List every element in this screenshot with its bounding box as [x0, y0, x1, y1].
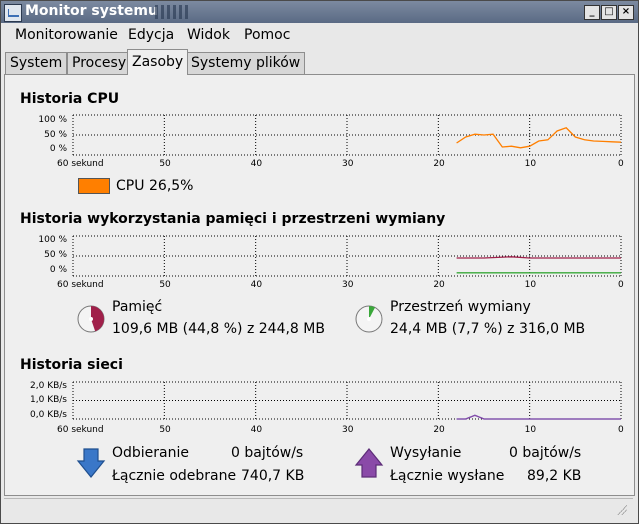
cpu-y-tick: 0 %	[49, 144, 67, 154]
system-monitor-icon	[4, 4, 22, 22]
resources-panel: Historia CPU 100 % 50 % 0 % 60 sekund 50 4…	[4, 74, 635, 496]
upload-arrow-icon[interactable]	[354, 447, 384, 479]
menu-pomoc[interactable]: Pomoc	[244, 27, 290, 43]
cpu-section-title: Historia CPU	[20, 91, 120, 107]
memory-section-title: Historia wykorzystania pamięci i przestr…	[20, 211, 446, 227]
tab-systemy-plikow[interactable]: Systemy plików	[186, 52, 306, 74]
memory-label: Pamięć	[112, 299, 163, 315]
memory-x-tick: 0	[618, 280, 624, 290]
network-y-tick: 1,0 KB/s	[30, 395, 67, 405]
cpu-x-tick: 40	[250, 159, 263, 169]
memory-x-tick: 40	[250, 280, 263, 290]
cpu-y-tick: 50 %	[44, 130, 67, 140]
tx-value: 0 bajtów/s	[509, 445, 582, 461]
memory-value: 109,6 MB (44,8 %) z 244,8 MB	[112, 321, 325, 337]
memory-x-tick: 50	[159, 280, 171, 290]
status-bar	[4, 498, 633, 519]
window-title: Monitor systemu	[25, 3, 158, 19]
memory-x-tick: 60 sekund	[57, 280, 104, 290]
cpu-x-tick: 0	[618, 159, 624, 169]
cpu-x-tick: 20	[433, 159, 445, 169]
network-x-tick: 20	[433, 425, 445, 435]
cpu-legend-label: CPU	[116, 178, 145, 194]
memory-y-tick: 0 %	[49, 265, 67, 275]
tab-bar: System Procesy Zasoby Systemy plików	[1, 49, 638, 75]
memory-x-tick: 10	[524, 280, 537, 290]
memory-y-tick: 100 %	[38, 235, 67, 245]
network-x-tick: 50	[159, 425, 171, 435]
cpu-x-tick: 30	[342, 159, 354, 169]
rx-value: 0 bajtów/s	[231, 445, 304, 461]
network-section-title: Historia sieci	[20, 357, 123, 373]
resize-grip[interactable]	[617, 505, 627, 515]
cpu-x-tick: 50	[159, 159, 171, 169]
network-x-tick: 60 sekund	[57, 425, 104, 435]
title-bar[interactable]: Monitor systemu _ □ ×	[1, 1, 638, 23]
tx-total-label: Łącznie wysłane	[390, 468, 505, 484]
tab-system[interactable]: System	[5, 52, 68, 74]
tab-procesy[interactable]: Procesy	[67, 52, 132, 74]
memory-x-tick: 20	[433, 280, 445, 290]
titlebar-texture	[155, 5, 189, 19]
download-arrow-icon[interactable]	[76, 447, 106, 479]
cpu-color-swatch[interactable]	[78, 178, 110, 194]
tx-total-value: 89,2 KB	[527, 468, 582, 484]
memory-pie-icon[interactable]	[76, 304, 106, 334]
maximize-button[interactable]: □	[601, 5, 617, 20]
minimize-button[interactable]: _	[584, 5, 600, 20]
network-x-tick: 10	[524, 425, 537, 435]
cpu-series-line	[456, 127, 622, 149]
swap-pie-icon[interactable]	[354, 304, 384, 334]
memory-series-line	[456, 256, 621, 259]
network-y-tick: 2,0 KB/s	[30, 381, 67, 391]
network-history-graph	[72, 381, 622, 420]
rx-label: Odbieranie	[112, 445, 190, 461]
memory-history-graph	[72, 235, 622, 277]
tx-label: Wysyłanie	[390, 445, 462, 461]
network-grid	[72, 381, 622, 420]
swap-label: Przestrzeń wymiany	[390, 299, 531, 315]
menu-widok[interactable]: Widok	[187, 27, 230, 43]
cpu-legend-value: 26,5%	[149, 178, 194, 194]
rx-total-label: Łącznie odebrane	[112, 468, 237, 484]
network-x-tick: 0	[618, 425, 624, 435]
tab-zasoby[interactable]: Zasoby	[127, 49, 189, 75]
cpu-y-tick: 100 %	[38, 115, 67, 125]
cpu-x-tick: 10	[524, 159, 537, 169]
memory-grid	[72, 235, 622, 277]
network-x-tick: 40	[250, 425, 263, 435]
cpu-x-tick: 60 sekund	[57, 159, 104, 169]
network-y-tick: 0,0 KB/s	[30, 410, 67, 420]
cpu-grid	[72, 114, 622, 156]
main-window: Monitor systemu _ □ × Monitorowanie Edyc…	[0, 0, 639, 524]
rx-total-value: 740,7 KB	[241, 468, 305, 484]
close-button[interactable]: ×	[618, 5, 634, 20]
menu-monitorowanie[interactable]: Monitorowanie	[15, 27, 118, 43]
menu-bar: Monitorowanie Edycja Widok Pomoc	[1, 23, 638, 47]
menu-edycja[interactable]: Edycja	[128, 27, 174, 43]
memory-y-tick: 50 %	[44, 250, 67, 260]
memory-x-tick: 30	[342, 280, 354, 290]
network-x-tick: 30	[342, 425, 354, 435]
cpu-history-graph	[72, 114, 622, 156]
swap-value: 24,4 MB (7,7 %) z 316,0 MB	[390, 321, 586, 337]
network-series-line	[456, 414, 621, 420]
